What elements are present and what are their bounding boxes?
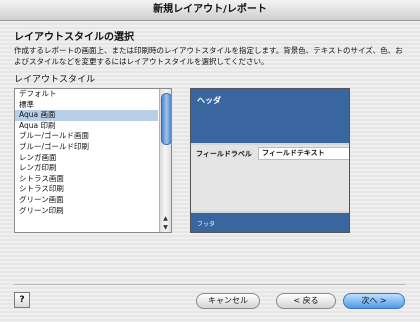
help-button[interactable]: ? (14, 292, 30, 308)
list-scrollbar[interactable]: ▲ ▼ (159, 89, 171, 232)
preview-footer-label: フッタ (197, 221, 216, 228)
scroll-down-arrow-icon[interactable]: ▼ (161, 224, 170, 231)
layout-style-list[interactable]: デフォルト 標準 Aqua 画面 Aqua 印刷 ブルー/ゴールド画面 ブルー/… (14, 88, 172, 233)
back-button[interactable]: < 戻る (276, 293, 336, 309)
list-item[interactable]: 標準 (15, 100, 158, 111)
list-item[interactable]: グリーン印刷 (15, 206, 158, 217)
preview-header: ヘッダ (191, 89, 349, 143)
list-item[interactable]: グリーン画面 (15, 195, 158, 206)
cancel-button[interactable]: キャンセル (196, 293, 260, 309)
list-item[interactable]: デフォルト (15, 89, 158, 100)
list-item[interactable]: ブルー/ゴールド印刷 (15, 142, 158, 153)
page-heading: レイアウトスタイルの選択 (14, 32, 134, 43)
scroll-up-arrow-icon[interactable]: ▲ (161, 215, 170, 222)
scrollbar-thumb[interactable] (161, 93, 171, 145)
page-description: 作成するレポートの画面上、または印刷時のレイアウトスタイルを指定します。背景色、… (14, 46, 403, 66)
preview-field-label: フィールドラベル (196, 150, 252, 158)
list-item[interactable]: Aqua 印刷 (15, 121, 158, 132)
list-item[interactable]: シトラス画面 (15, 174, 158, 185)
list-item[interactable]: レンガ画面 (15, 153, 158, 164)
divider (14, 284, 406, 285)
window-title: 新規レイアウト/レポート (0, 0, 420, 21)
preview-header-label: ヘッダ (197, 96, 221, 105)
list-item[interactable]: ブルー/ゴールド画面 (15, 131, 158, 142)
preview-body: フィールドラベル フィールドテキスト (191, 145, 349, 211)
list-item-selected[interactable]: Aqua 画面 (15, 110, 158, 121)
list-item[interactable]: レンガ印刷 (15, 163, 158, 174)
layout-style-label: レイアウトスタイル (14, 75, 96, 85)
list-item[interactable]: シトラス印刷 (15, 184, 158, 195)
style-preview: ヘッダ フィールドラベル フィールドテキスト フッタ (190, 88, 350, 233)
next-button[interactable]: 次へ > (343, 293, 405, 309)
preview-footer: フッタ (191, 213, 349, 232)
preview-field-text: フィールドテキスト (258, 147, 349, 160)
